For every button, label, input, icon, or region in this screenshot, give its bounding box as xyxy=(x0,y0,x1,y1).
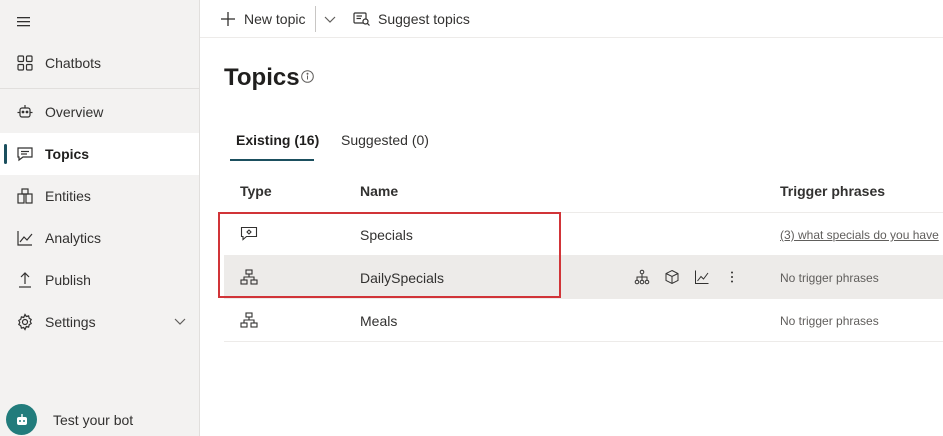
trigger-phrases-link[interactable]: (3) what specials do you have xyxy=(780,228,939,242)
new-topic-dropdown[interactable] xyxy=(322,7,338,31)
suggest-topics-button[interactable]: Suggest topics xyxy=(353,7,470,31)
grid-icon xyxy=(16,54,34,72)
split-divider xyxy=(315,6,316,32)
bot-avatar-icon xyxy=(6,404,37,435)
trigger-phrases-text: No trigger phrases xyxy=(780,271,879,285)
table-row[interactable]: Meals No trigger phrases xyxy=(224,299,943,342)
column-header-type[interactable]: Type xyxy=(240,183,272,199)
cube-icon[interactable] xyxy=(664,269,680,285)
sidebar-item-topics[interactable]: Topics xyxy=(0,133,199,175)
more-options-icon[interactable] xyxy=(724,269,740,285)
upload-icon xyxy=(16,271,34,289)
topic-name[interactable]: Specials xyxy=(360,227,413,243)
chevron-down-icon xyxy=(324,16,336,23)
sidebar-item-publish[interactable]: Publish xyxy=(0,259,199,301)
hierarchy-icon xyxy=(240,269,258,285)
sidebar-item-settings[interactable]: Settings xyxy=(0,301,199,343)
tab-selected-indicator xyxy=(230,159,314,161)
sidebar-item-label: Analytics xyxy=(45,230,102,246)
command-bar: New topic Suggest topics xyxy=(200,0,943,38)
new-topic-label: New topic xyxy=(244,11,306,27)
gear-icon xyxy=(16,313,34,331)
test-bot-label: Test your bot xyxy=(53,411,134,428)
sidebar-item-label: Settings xyxy=(45,314,96,330)
hamburger-menu-icon[interactable] xyxy=(14,12,34,30)
entities-icon xyxy=(16,187,34,205)
sidebar-item-overview[interactable]: Overview xyxy=(0,91,199,133)
test-bot-button[interactable]: Test your bot xyxy=(6,404,133,435)
sidebar-item-analytics[interactable]: Analytics xyxy=(0,217,199,259)
bot-outline-icon xyxy=(16,103,34,121)
tab-existing[interactable]: Existing (16) xyxy=(236,132,319,148)
sidebar: Chatbots Overview Topics Entities Analyt… xyxy=(0,0,200,436)
chevron-down-icon[interactable] xyxy=(173,314,187,328)
topic-name[interactable]: DailySpecials xyxy=(360,270,444,286)
sidebar-item-label: Publish xyxy=(45,272,91,288)
sidebar-item-label: Topics xyxy=(45,146,90,162)
new-topic-button[interactable]: New topic xyxy=(220,7,305,31)
tab-suggested[interactable]: Suggested (0) xyxy=(341,132,429,148)
suggest-topics-icon xyxy=(353,12,370,26)
sidebar-item-entities[interactable]: Entities xyxy=(0,175,199,217)
hierarchy-icon xyxy=(240,312,258,328)
page-title: Topics xyxy=(224,64,300,91)
sidebar-item-label: Entities xyxy=(45,188,91,204)
column-header-name[interactable]: Name xyxy=(360,183,398,199)
chat-icon xyxy=(16,145,34,163)
trigger-phrases-text: No trigger phrases xyxy=(780,314,879,328)
suggest-topics-label: Suggest topics xyxy=(378,11,470,27)
sidebar-item-label: Overview xyxy=(45,104,104,120)
table-row[interactable]: Specials (3) what specials do you have xyxy=(224,213,943,256)
sidebar-item-label: Chatbots xyxy=(45,55,102,71)
sidebar-item-chatbots[interactable]: Chatbots xyxy=(0,42,199,84)
plus-icon xyxy=(221,12,235,26)
topic-name[interactable]: Meals xyxy=(360,313,397,329)
analytics-icon[interactable] xyxy=(694,269,710,285)
sidebar-divider xyxy=(0,88,199,89)
row-actions xyxy=(634,269,754,285)
analytics-icon xyxy=(16,229,34,247)
chat-bubble-icon xyxy=(240,226,258,241)
table-row[interactable]: DailySpecials No trigger phrases xyxy=(224,256,943,299)
column-header-trigger-phrases[interactable]: Trigger phrases xyxy=(780,183,885,199)
topic-hierarchy-icon[interactable] xyxy=(634,269,650,285)
info-icon[interactable] xyxy=(301,70,314,83)
